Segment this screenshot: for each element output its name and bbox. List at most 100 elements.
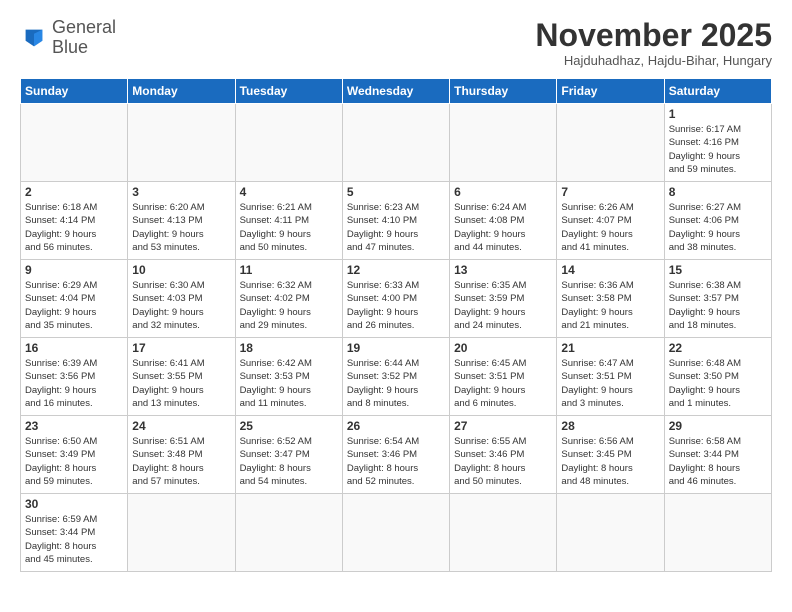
day-info: Sunrise: 6:48 AMSunset: 3:50 PMDaylight:… — [669, 357, 767, 410]
day-number: 8 — [669, 185, 767, 199]
day-number: 25 — [240, 419, 338, 433]
table-row: 9Sunrise: 6:29 AMSunset: 4:04 PMDaylight… — [21, 260, 128, 338]
calendar-table: Sunday Monday Tuesday Wednesday Thursday… — [20, 78, 772, 572]
table-row — [450, 494, 557, 572]
day-info: Sunrise: 6:38 AMSunset: 3:57 PMDaylight:… — [669, 279, 767, 332]
table-row: 5 Sunrise: 6:23 AMSunset: 4:10 PMDaylight… — [342, 182, 449, 260]
day-info: Sunrise: 6:56 AMSunset: 3:45 PMDaylight:… — [561, 435, 659, 488]
day-number: 30 — [25, 497, 123, 511]
table-row: 1Sunrise: 6:17 AMSunset: 4:16 PMDaylight… — [664, 104, 771, 182]
day-number: 23 — [25, 419, 123, 433]
day-info: Sunrise: 6:23 AMSunset: 4:10 PMDaylight:… — [347, 201, 445, 254]
day-info: Sunrise: 6:26 AMSunset: 4:07 PMDaylight:… — [561, 201, 659, 254]
day-number: 14 — [561, 263, 659, 277]
table-row: 13 Sunrise: 6:35 AMSunset: 3:59 PMDayligh… — [450, 260, 557, 338]
day-info: Sunrise: 6:47 AMSunset: 3:51 PMDaylight:… — [561, 357, 659, 410]
table-row: 17Sunrise: 6:41 AMSunset: 3:55 PMDayligh… — [128, 338, 235, 416]
table-row: 23 Sunrise: 6:50 AMSunset: 3:49 PMDayligh… — [21, 416, 128, 494]
table-row: 14 Sunrise: 6:36 AMSunset: 3:58 PMDayligh… — [557, 260, 664, 338]
table-row — [450, 104, 557, 182]
header-friday: Friday — [557, 79, 664, 104]
logo: General Blue — [20, 18, 116, 58]
day-info: Sunrise: 6:41 AMSunset: 3:55 PMDaylight:… — [132, 357, 230, 410]
day-info: Sunrise: 6:58 AMSunset: 3:44 PMDaylight:… — [669, 435, 767, 488]
day-number: 9 — [25, 263, 123, 277]
table-row — [557, 494, 664, 572]
table-row: 26Sunrise: 6:54 AMSunset: 3:46 PMDayligh… — [342, 416, 449, 494]
table-row: 20 Sunrise: 6:45 AMSunset: 3:51 PMDayligh… — [450, 338, 557, 416]
table-row — [235, 494, 342, 572]
header-sunday: Sunday — [21, 79, 128, 104]
day-number: 21 — [561, 341, 659, 355]
day-number: 18 — [240, 341, 338, 355]
table-row: 12Sunrise: 6:33 AMSunset: 4:00 PMDayligh… — [342, 260, 449, 338]
table-row: 4 Sunrise: 6:21 AMSunset: 4:11 PMDaylight… — [235, 182, 342, 260]
table-row — [21, 104, 128, 182]
calendar-week-row: 9Sunrise: 6:29 AMSunset: 4:04 PMDaylight… — [21, 260, 772, 338]
day-info: Sunrise: 6:35 AMSunset: 3:59 PMDaylight:… — [454, 279, 552, 332]
day-info: Sunrise: 6:18 AMSunset: 4:14 PMDaylight:… — [25, 201, 123, 254]
table-row: 18Sunrise: 6:42 AMSunset: 3:53 PMDayligh… — [235, 338, 342, 416]
day-info: Sunrise: 6:50 AMSunset: 3:49 PMDaylight:… — [25, 435, 123, 488]
table-row: 24 Sunrise: 6:51 AMSunset: 3:48 PMDayligh… — [128, 416, 235, 494]
table-row: 30 Sunrise: 6:59 AMSunset: 3:44 PMDayligh… — [21, 494, 128, 572]
page-header: General Blue November 2025 Hajduhadhaz, … — [20, 18, 772, 68]
header-saturday: Saturday — [664, 79, 771, 104]
day-info: Sunrise: 6:44 AMSunset: 3:52 PMDaylight:… — [347, 357, 445, 410]
day-info: Sunrise: 6:36 AMSunset: 3:58 PMDaylight:… — [561, 279, 659, 332]
day-info: Sunrise: 6:32 AMSunset: 4:02 PMDaylight:… — [240, 279, 338, 332]
table-row: 28 Sunrise: 6:56 AMSunset: 3:45 PMDayligh… — [557, 416, 664, 494]
day-number: 2 — [25, 185, 123, 199]
day-number: 4 — [240, 185, 338, 199]
day-number: 16 — [25, 341, 123, 355]
day-info: Sunrise: 6:17 AMSunset: 4:16 PMDaylight:… — [669, 123, 767, 176]
day-number: 27 — [454, 419, 552, 433]
day-info: Sunrise: 6:39 AMSunset: 3:56 PMDaylight:… — [25, 357, 123, 410]
table-row: 16 Sunrise: 6:39 AMSunset: 3:56 PMDayligh… — [21, 338, 128, 416]
day-info: Sunrise: 6:51 AMSunset: 3:48 PMDaylight:… — [132, 435, 230, 488]
day-number: 13 — [454, 263, 552, 277]
weekday-header-row: Sunday Monday Tuesday Wednesday Thursday… — [21, 79, 772, 104]
table-row: 2 Sunrise: 6:18 AMSunset: 4:14 PMDaylight… — [21, 182, 128, 260]
day-number: 20 — [454, 341, 552, 355]
table-row: 19 Sunrise: 6:44 AMSunset: 3:52 PMDayligh… — [342, 338, 449, 416]
header-wednesday: Wednesday — [342, 79, 449, 104]
table-row: 8 Sunrise: 6:27 AMSunset: 4:06 PMDaylight… — [664, 182, 771, 260]
day-number: 22 — [669, 341, 767, 355]
day-info: Sunrise: 6:30 AMSunset: 4:03 PMDaylight:… — [132, 279, 230, 332]
day-number: 28 — [561, 419, 659, 433]
day-number: 24 — [132, 419, 230, 433]
header-tuesday: Tuesday — [235, 79, 342, 104]
table-row: 29Sunrise: 6:58 AMSunset: 3:44 PMDayligh… — [664, 416, 771, 494]
day-number: 12 — [347, 263, 445, 277]
day-number: 5 — [347, 185, 445, 199]
calendar-week-row: 1Sunrise: 6:17 AMSunset: 4:16 PMDaylight… — [21, 104, 772, 182]
table-row — [557, 104, 664, 182]
table-row: 25Sunrise: 6:52 AMSunset: 3:47 PMDayligh… — [235, 416, 342, 494]
table-row: 27Sunrise: 6:55 AMSunset: 3:46 PMDayligh… — [450, 416, 557, 494]
table-row: 7Sunrise: 6:26 AMSunset: 4:07 PMDaylight… — [557, 182, 664, 260]
day-number: 10 — [132, 263, 230, 277]
day-info: Sunrise: 6:20 AMSunset: 4:13 PMDaylight:… — [132, 201, 230, 254]
location: Hajduhadhaz, Hajdu-Bihar, Hungary — [535, 53, 772, 68]
day-info: Sunrise: 6:21 AMSunset: 4:11 PMDaylight:… — [240, 201, 338, 254]
table-row: 3 Sunrise: 6:20 AMSunset: 4:13 PMDaylight… — [128, 182, 235, 260]
table-row — [342, 104, 449, 182]
day-number: 11 — [240, 263, 338, 277]
table-row — [128, 494, 235, 572]
calendar-week-row: 23 Sunrise: 6:50 AMSunset: 3:49 PMDayligh… — [21, 416, 772, 494]
table-row: 15Sunrise: 6:38 AMSunset: 3:57 PMDayligh… — [664, 260, 771, 338]
logo-icon — [20, 24, 48, 52]
logo-text: General Blue — [52, 18, 116, 58]
day-info: Sunrise: 6:27 AMSunset: 4:06 PMDaylight:… — [669, 201, 767, 254]
table-row: 11 Sunrise: 6:32 AMSunset: 4:02 PMDayligh… — [235, 260, 342, 338]
day-info: Sunrise: 6:45 AMSunset: 3:51 PMDaylight:… — [454, 357, 552, 410]
calendar-week-row: 16 Sunrise: 6:39 AMSunset: 3:56 PMDayligh… — [21, 338, 772, 416]
day-number: 3 — [132, 185, 230, 199]
day-info: Sunrise: 6:59 AMSunset: 3:44 PMDaylight:… — [25, 513, 123, 566]
day-number: 19 — [347, 341, 445, 355]
table-row — [235, 104, 342, 182]
title-block: November 2025 Hajduhadhaz, Hajdu-Bihar, … — [535, 18, 772, 68]
day-info: Sunrise: 6:54 AMSunset: 3:46 PMDaylight:… — [347, 435, 445, 488]
calendar-week-row: 30 Sunrise: 6:59 AMSunset: 3:44 PMDayligh… — [21, 494, 772, 572]
